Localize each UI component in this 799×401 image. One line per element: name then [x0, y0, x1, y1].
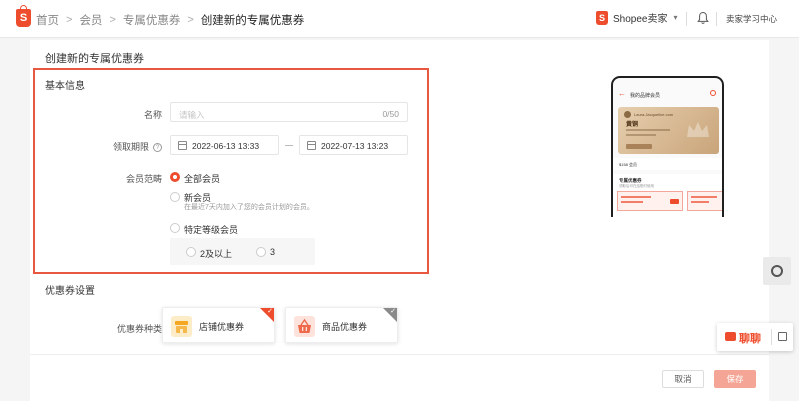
radio-level-3[interactable] [256, 247, 266, 257]
check-icon: ✓ [390, 308, 396, 315]
breadcrumb-home[interactable]: 首页 [36, 12, 59, 28]
breadcrumb-current: 创建新的专属优惠券 [200, 15, 305, 27]
chevron-down-icon: ▾ [673, 13, 678, 22]
period-label: 领取期限 [112, 142, 149, 152]
preview-row-text: $158 会员 [619, 162, 638, 167]
radio-level-3-label[interactable]: 3 [270, 247, 275, 257]
name-placeholder: 请输入 [179, 110, 205, 120]
mobile-preview: ← 我的品牌会员 Laura.Jacqueline.com 黄铜 $158 会员… [611, 76, 724, 217]
start-date-picker[interactable]: 2022-06-13 13:33 [170, 135, 279, 155]
header-divider [716, 12, 717, 26]
avatar [624, 111, 631, 118]
back-arrow-icon: ← [618, 89, 626, 98]
radio-specific-level-label[interactable]: 特定等级会员 [184, 223, 238, 236]
bell-icon[interactable] [697, 11, 709, 25]
top-header: S 首页 > 会员 > 专属优惠券 > 创建新的专属优惠券 S Shopee卖家… [0, 0, 799, 38]
preview-voucher-line [691, 196, 717, 198]
header-divider [686, 12, 687, 26]
preview-voucher [617, 191, 683, 211]
cancel-button[interactable]: 取消 [662, 370, 704, 388]
end-date-value: 2022-07-13 13:23 [321, 141, 389, 151]
check-icon: ✓ [267, 308, 273, 315]
basic-info-title: 基本信息 [45, 81, 85, 92]
shop-icon [171, 316, 192, 337]
calendar-icon [307, 141, 316, 150]
preview-voucher-line [621, 196, 651, 198]
start-date-value: 2022-06-13 13:33 [192, 141, 260, 151]
name-input[interactable]: 请输入 0/50 [170, 102, 408, 122]
chat-divider [771, 329, 772, 345]
breadcrumb-exclusive-vouchers[interactable]: 专属优惠券 [123, 12, 181, 28]
preview-section-subtitle: 领取后可在结账时使用 [619, 184, 654, 188]
shopee-logo-icon[interactable]: S [16, 5, 31, 27]
date-range-dash [285, 145, 293, 146]
breadcrumb-separator-icon: > [109, 14, 116, 26]
calendar-icon [178, 141, 187, 150]
preview-member-card: Laura.Jacqueline.com 黄铜 [618, 107, 719, 154]
preview-voucher-button [670, 199, 679, 204]
breadcrumb-separator-icon: > [66, 14, 73, 26]
minimize-icon[interactable] [778, 332, 787, 341]
preview-title: 我的品牌会员 [630, 93, 661, 99]
voucher-type-label: 优惠券种类 [116, 324, 162, 334]
breadcrumb-separator-icon: > [187, 14, 194, 26]
preview-voucher-line [621, 201, 643, 203]
chat-widget[interactable]: 聊聊 [717, 323, 793, 351]
preview-voucher-section: 专属优惠券 领取后可在结账时使用 [613, 174, 722, 217]
preview-progress-bar [626, 129, 670, 131]
radio-all-members[interactable] [170, 172, 180, 182]
breadcrumb: 首页 > 会员 > 专属优惠券 > 创建新的专属优惠券 [36, 12, 304, 28]
end-date-picker[interactable]: 2022-07-13 13:23 [299, 135, 408, 155]
headset-icon [771, 265, 783, 277]
basket-icon [294, 316, 315, 337]
seller-center-menu[interactable]: S Shopee卖家 ▾ [596, 10, 678, 25]
page-title: 创建新的专属优惠券 [45, 53, 144, 65]
chat-label: 聊聊 [739, 333, 761, 345]
breadcrumb-members[interactable]: 会员 [79, 12, 102, 28]
shopee-mini-logo-icon: S [596, 10, 608, 25]
chat-icon [725, 332, 736, 341]
period-label-wrap: 领取期限? [100, 140, 162, 153]
radio-level-2-plus-label[interactable]: 2及以上 [200, 247, 232, 260]
footer-divider [30, 354, 769, 355]
radio-all-members-label[interactable]: 全部会员 [184, 172, 220, 185]
voucher-type-product-label: 商品优惠券 [322, 322, 368, 332]
voucher-settings-title: 优惠券设置 [45, 286, 95, 297]
crown-icon [687, 122, 709, 137]
member-scope-label: 会员范畴 [125, 174, 162, 184]
name-label: 名称 [143, 110, 162, 120]
radio-specific-level[interactable] [170, 223, 180, 233]
new-members-description: 在最近7天内加入了您的会员计划的会员。 [184, 204, 314, 211]
save-button[interactable]: 保存 [714, 370, 756, 388]
preview-voucher [687, 191, 722, 211]
radio-level-2-plus[interactable] [186, 247, 196, 257]
name-char-counter: 0/50 [382, 109, 399, 119]
preview-chip [626, 144, 652, 149]
gear-icon [710, 90, 716, 96]
radio-new-members[interactable] [170, 192, 180, 202]
preview-voucher-line [691, 201, 709, 203]
preview-level: 黄铜 [626, 122, 639, 128]
help-icon[interactable]: ? [153, 143, 162, 152]
voucher-type-product[interactable]: 商品优惠券 ✓ [285, 307, 398, 343]
preview-row: $158 会员 [613, 158, 722, 170]
customer-service-button[interactable] [763, 257, 791, 285]
preview-progress-bar [626, 134, 656, 136]
learning-center-link[interactable]: 卖家学习中心 [726, 13, 777, 25]
voucher-type-shop[interactable]: 店铺优惠券 ✓ [162, 307, 275, 343]
preview-email: Laura.Jacqueline.com [634, 112, 674, 117]
voucher-type-shop-label: 店铺优惠券 [199, 322, 245, 332]
seller-center-label: Shopee卖家 [613, 14, 668, 25]
